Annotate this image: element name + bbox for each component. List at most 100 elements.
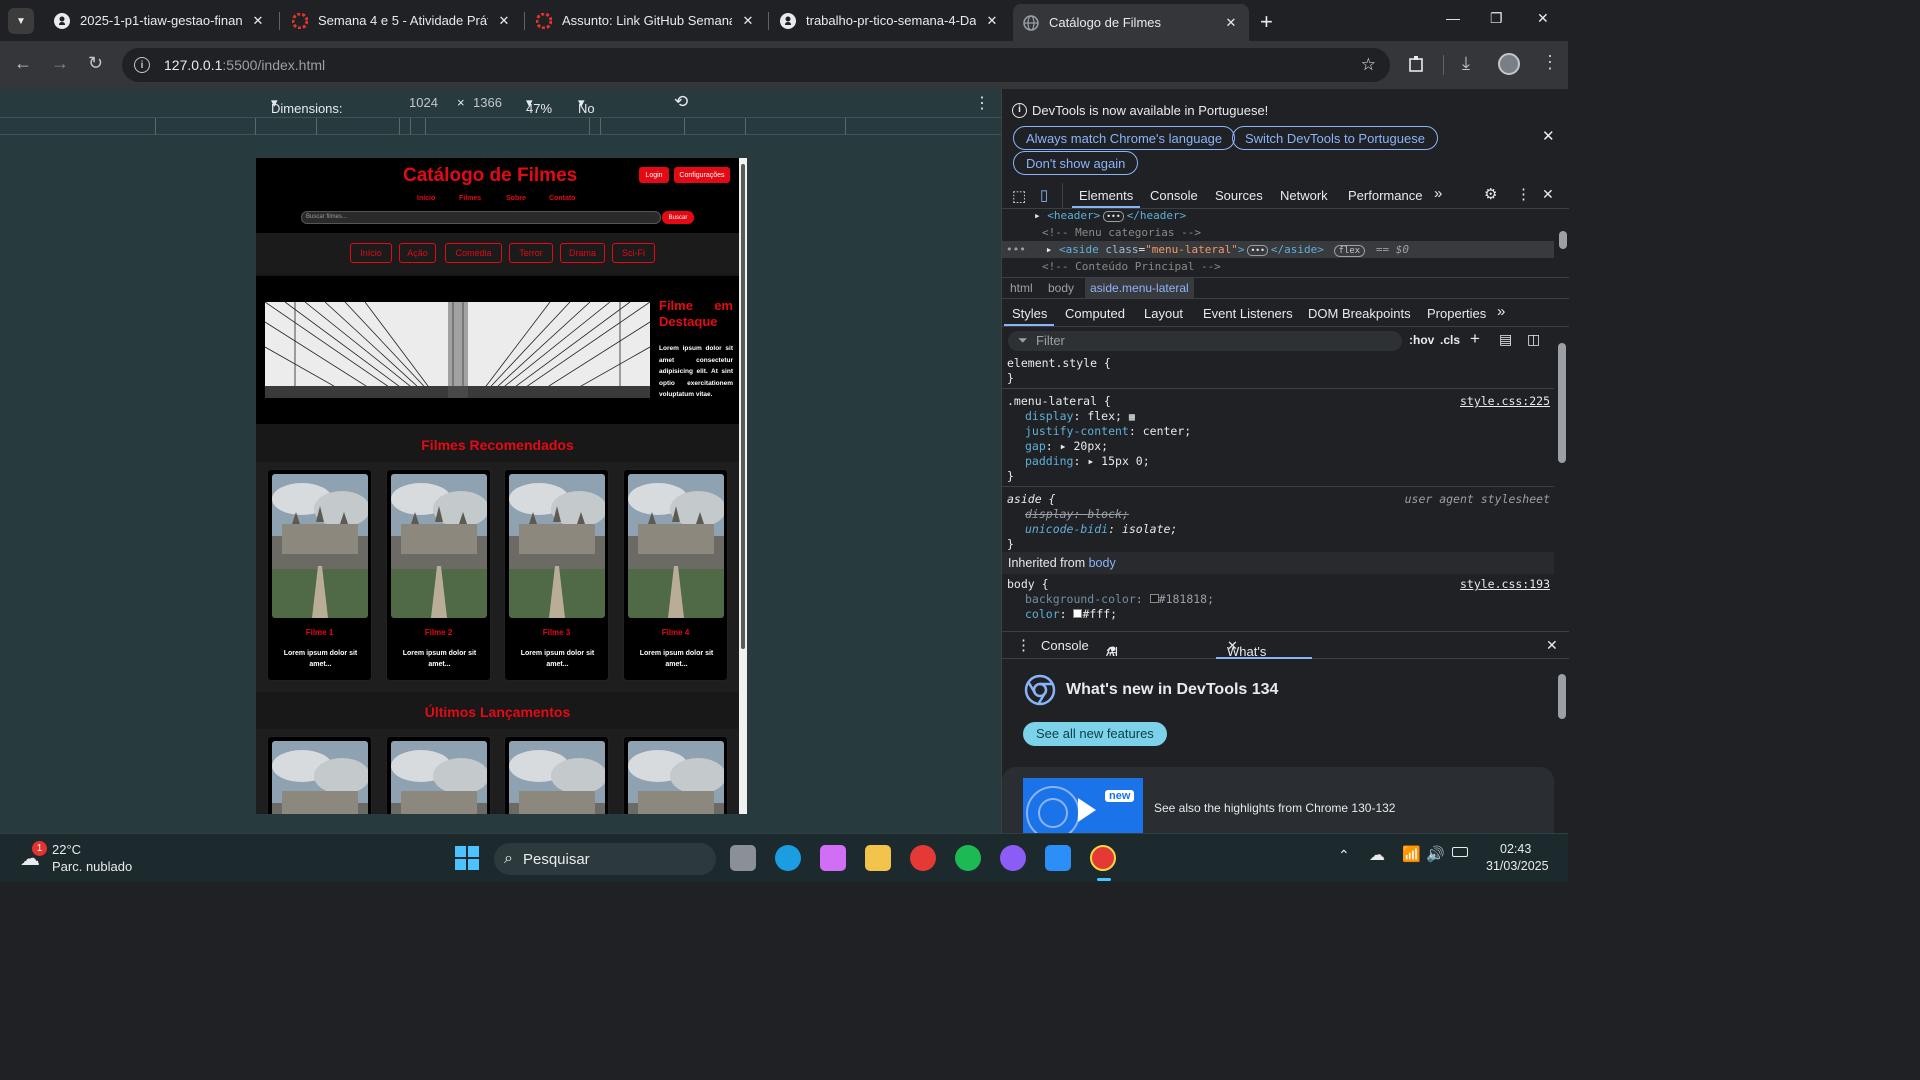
movie-card[interactable] [504, 736, 609, 814]
forward-icon[interactable]: → [51, 53, 69, 74]
close-icon[interactable]: ✕ [740, 13, 756, 29]
viewport-scrollbar[interactable] [739, 158, 747, 814]
inspect-icon[interactable]: ⬚ [1012, 187, 1026, 205]
tab-properties[interactable]: Properties [1427, 306, 1486, 321]
flex-badge[interactable]: flex [1333, 245, 1366, 257]
styles-filter-input[interactable]: Filter [1008, 331, 1402, 351]
restore-icon[interactable]: ❐ [1490, 10, 1503, 27]
see-all-features-button[interactable]: See all new features [1023, 722, 1167, 746]
chevron-up-icon[interactable]: ⌃ [1338, 847, 1350, 864]
device-toggle-icon[interactable]: ▯ [1040, 186, 1048, 204]
copilot-icon[interactable] [820, 845, 846, 871]
close-window-icon[interactable]: ✕ [1537, 10, 1549, 27]
height-field[interactable]: 1366 [473, 95, 502, 110]
clock-date[interactable]: 31/03/2025 [1486, 859, 1549, 873]
width-field[interactable]: 1024 [409, 95, 438, 110]
nav-contato[interactable]: Contato [549, 195, 575, 202]
throttling-select[interactable]: No throttling ▾ [578, 95, 628, 131]
tab-performance[interactable]: Performance [1348, 188, 1422, 203]
close-icon[interactable]: ✕ [496, 13, 512, 29]
config-button[interactable]: Configurações [674, 167, 730, 183]
tab-sources[interactable]: Sources [1215, 188, 1263, 203]
file-explorer-icon[interactable] [865, 845, 891, 871]
movie-card[interactable] [386, 736, 491, 814]
avatar[interactable] [1498, 53, 1520, 75]
paint-icon[interactable]: ▤ [1499, 331, 1512, 348]
crumb-aside[interactable]: aside.menu-lateral [1085, 278, 1194, 298]
devtools-menu-icon[interactable]: ⋮ [1516, 185, 1531, 203]
sidebar-toggle-icon[interactable]: ◫ [1527, 331, 1540, 348]
movie-card[interactable]: Filme 2 Lorem ipsum dolor sit amet... [386, 469, 491, 681]
nav-sobre[interactable]: Sobre [506, 195, 526, 202]
close-icon[interactable]: ✕ [1223, 15, 1239, 31]
close-icon[interactable]: ✕ [250, 13, 266, 29]
chrome-active-icon[interactable] [1090, 845, 1116, 871]
zoom-select[interactable]: 47% ▾ [526, 95, 552, 116]
spotify-icon[interactable] [955, 845, 981, 871]
dont-show-button[interactable]: Don't show again [1013, 151, 1139, 175]
tab-layout[interactable]: Layout [1144, 306, 1183, 321]
scrollbar-thumb[interactable] [741, 164, 745, 649]
drawer-menu-icon[interactable]: ⋮ [1016, 636, 1031, 654]
movie-card[interactable] [267, 736, 372, 814]
more-tabs-icon[interactable]: » [1497, 303, 1505, 320]
dom-node-aside-selected[interactable]: ••• ▸ <aside class="menu-lateral"> ••• </a… [1002, 241, 1554, 258]
dom-scrollbar[interactable] [1559, 231, 1567, 249]
rotate-icon[interactable]: ⟲ [674, 92, 688, 112]
minimize-icon[interactable]: — [1446, 10, 1460, 26]
vscode-icon[interactable] [1045, 845, 1071, 871]
movie-card[interactable]: Filme 1 Lorem ipsum dolor sit amet... [267, 469, 372, 681]
new-tab-icon[interactable]: + [1260, 9, 1273, 35]
body-rule[interactable]: body { [1007, 577, 1049, 591]
taskbar-search[interactable]: ⌕ Pesquisar [494, 843, 716, 875]
color-swatch[interactable] [1149, 594, 1159, 603]
movie-card[interactable]: Filme 3 Lorem ipsum dolor sit amet... [504, 469, 609, 681]
cls-toggle[interactable]: .cls [1440, 333, 1460, 347]
crumb-body[interactable]: body [1048, 281, 1074, 295]
tab-dom-breakpoints[interactable]: DOM Breakpoints [1308, 306, 1411, 321]
crumb-html[interactable]: html [1010, 281, 1033, 295]
tab-4[interactable]: trabalho-pr-tico-semana-4-Dan ✕ [770, 4, 1010, 37]
tab-1[interactable]: 2025-1-p1-tiaw-gestao-finance ✕ [44, 4, 276, 37]
tab-search-button[interactable]: ▼ [8, 8, 34, 34]
weather-desc[interactable]: Parc. nublado [52, 859, 132, 874]
styles-scrollbar[interactable] [1558, 343, 1566, 463]
site-info-icon[interactable]: i [134, 57, 150, 73]
switch-language-button[interactable]: Switch DevTools to Portuguese [1232, 126, 1438, 150]
task-view-icon[interactable] [730, 845, 756, 871]
category-acao[interactable]: Ação [399, 243, 436, 263]
login-button[interactable]: Login [639, 167, 669, 183]
more-tabs-icon[interactable]: » [1434, 185, 1442, 202]
tab-network[interactable]: Network [1280, 188, 1328, 203]
close-icon[interactable]: ✕ [984, 13, 1000, 29]
category-inicio[interactable]: Início [350, 243, 392, 263]
settings-gear-icon[interactable]: ⚙ [1484, 185, 1497, 203]
menu-lateral-rule[interactable]: .menu-lateral { [1007, 394, 1111, 408]
element-style-rule[interactable]: element.style { [1007, 356, 1111, 370]
site-search-button[interactable]: Buscar [662, 211, 694, 224]
close-icon[interactable]: ✕ [1542, 127, 1555, 145]
whats-new-scrollbar[interactable] [1558, 674, 1566, 719]
weather-temp[interactable]: 22°C [52, 842, 81, 857]
tab-3[interactable]: Assunto: Link GitHub Semana 3 ✕ [526, 4, 766, 37]
close-drawer-icon[interactable]: ✕ [1546, 637, 1558, 654]
nav-inicio[interactable]: Início [417, 195, 435, 202]
windows-start-icon[interactable] [455, 846, 479, 875]
back-icon[interactable]: ← [14, 53, 32, 74]
tab-active[interactable]: Catálogo de Filmes ✕ [1013, 4, 1249, 41]
tab-event-listeners[interactable]: Event Listeners [1203, 306, 1293, 321]
tab-elements[interactable]: Elements [1079, 188, 1133, 203]
add-rule-icon[interactable]: + [1470, 329, 1480, 349]
github-desktop-icon[interactable] [1000, 845, 1026, 871]
edge-icon[interactable] [775, 845, 801, 871]
volume-icon[interactable]: 🔊 [1426, 845, 1445, 863]
tab-styles[interactable]: Styles [1012, 306, 1047, 321]
site-search-input[interactable]: Buscar filmes... [301, 211, 661, 224]
category-drama[interactable]: Drama [560, 243, 605, 263]
tab-computed[interactable]: Computed [1065, 306, 1125, 321]
source-link[interactable]: style.css:225 [1460, 394, 1550, 408]
category-scifi[interactable]: Sci-Fi [612, 243, 655, 263]
flex-editor-icon[interactable]: ▦ [1129, 412, 1135, 423]
drawer-tab-console[interactable]: Console [1041, 638, 1089, 653]
download-icon[interactable]: ⤓ [1462, 53, 1470, 74]
